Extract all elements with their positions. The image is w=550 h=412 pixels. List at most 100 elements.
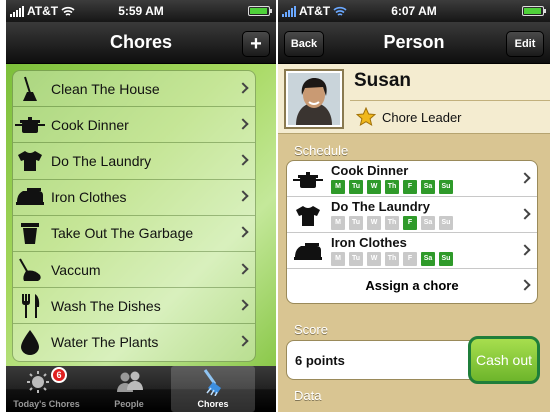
trash-can-icon [13,221,47,245]
chevron-right-icon [519,279,531,291]
chore-list: Clean The House Cook Dinner Do The Laundry… [12,70,256,362]
fork-knife-icon [13,293,47,319]
chore-row[interactable]: Clean The House [13,71,255,108]
chore-label: Water The Plants [51,334,159,351]
brush-icon [203,369,221,396]
day-cell: Tu [349,252,363,266]
chevron-right-icon [237,118,249,130]
chevron-right-icon [237,190,249,202]
people-icon [117,371,143,392]
chevron-right-icon [519,171,531,184]
day-cell: F [403,252,417,266]
day-strip: M Tu W Th F Sa Su [331,216,453,230]
chore-label: Cook Dinner [51,116,129,133]
tab-bar: 6 Today's Chores People Chores [6,366,276,412]
chevron-right-icon [237,226,249,239]
tab-label: Chores [197,399,229,409]
day-cell: Th [385,180,399,194]
todays-chores-badge: 6 [51,367,67,383]
cash-out-button[interactable]: Cash out [468,336,540,384]
schedule-list: Cook Dinner M Tu W Th F Sa Su Do The Laundry M Tu W… [287,161,537,269]
day-cell: M [331,180,345,194]
chores-screen: AT&T 5:59 AM Chores + Clean The House Coo… [6,0,276,412]
schedule-chore-name: Iron Clothes [331,235,407,250]
chore-row[interactable]: Water The Plants [13,324,255,360]
schedule-row[interactable]: Cook Dinner M Tu W Th F Sa Su [287,161,537,197]
chore-row[interactable]: Wash The Dishes [13,288,255,325]
day-cell: M [331,216,345,230]
sun-icon [27,371,49,393]
tshirt-icon [13,150,47,172]
schedule-row[interactable]: Iron Clothes M Tu W Th F Sa Su [287,233,537,269]
day-cell: Tu [349,180,363,194]
edit-button[interactable]: Edit [506,31,544,57]
status-bar: AT&T 6:07 AM [278,0,550,22]
schedule-section-label: Schedule [294,143,349,158]
day-cell: W [367,180,381,194]
day-cell: Sa [421,216,435,230]
score-value: 6 points [295,353,345,368]
person-header: Susan Chore Leader [278,64,550,134]
assign-chore-label: Assign a chore [365,278,459,293]
day-cell: W [367,252,381,266]
score-field: 6 points [286,340,476,380]
chore-row[interactable]: Take Out The Garbage [13,216,255,252]
avatar[interactable] [284,69,344,129]
tab-label: People [114,399,144,409]
pot-icon [291,167,325,193]
iron-icon [13,187,47,207]
data-section-label: Data [294,388,322,403]
iron-icon [291,239,325,265]
day-strip: M Tu W Th F Sa Su [331,180,453,194]
person-screen: AT&T 6:07 AM Back Person Edit Susan Chor… [278,0,550,412]
header-divider [350,100,550,101]
schedule-row[interactable]: Do The Laundry M Tu W Th F Sa Su [287,197,537,233]
day-cell: Su [439,216,453,230]
clock: 6:07 AM [391,4,437,18]
chevron-right-icon [237,81,249,94]
chore-label: Iron Clothes [51,189,127,206]
day-cell: F [403,180,417,194]
schedule-group: Cook Dinner M Tu W Th F Sa Su Do The Laundry M Tu W… [286,160,538,304]
chore-label: Wash The Dishes [51,297,161,314]
water-drop-icon [13,329,47,356]
tshirt-icon [291,203,325,229]
person-name: Susan [354,70,412,91]
chore-row[interactable]: Cook Dinner [13,107,255,144]
chore-row[interactable]: Do The Laundry [13,143,255,180]
chore-label: Vaccum [51,261,101,278]
star-icon [356,107,376,127]
tab-chores[interactable]: Chores [171,366,255,412]
day-cell: Th [385,252,399,266]
day-cell: Sa [421,180,435,194]
tab-todays-chores[interactable]: 6 Today's Chores [6,366,87,412]
status-bar: AT&T 5:59 AM [6,0,276,22]
assign-chore-button[interactable]: Assign a chore [287,269,537,303]
chore-row[interactable]: Vaccum [13,252,255,289]
day-cell: Sa [421,252,435,266]
chevron-right-icon [519,207,531,220]
day-cell: Su [439,252,453,266]
day-cell: Tu [349,216,363,230]
page-title: Chores [109,32,172,52]
tab-people[interactable]: People [87,366,171,412]
day-cell: W [367,216,381,230]
person-role: Chore Leader [382,110,462,125]
plus-icon: + [250,33,262,55]
broom-icon [13,76,47,102]
chore-row[interactable]: Iron Clothes [13,180,255,216]
clock: 5:59 AM [118,4,164,18]
chevron-right-icon [237,335,249,348]
day-cell: F [403,216,417,230]
chore-label: Do The Laundry [51,152,152,169]
battery-icon [522,6,546,16]
schedule-chore-name: Cook Dinner [331,163,409,178]
nav-bar: Chores + [6,22,276,64]
pot-icon [13,115,47,135]
vacuum-icon [13,257,47,283]
day-cell: M [331,252,345,266]
day-cell: Th [385,216,399,230]
add-chore-button[interactable]: + [242,31,270,57]
chore-label: Clean The House [51,80,160,97]
battery-icon [248,6,272,16]
